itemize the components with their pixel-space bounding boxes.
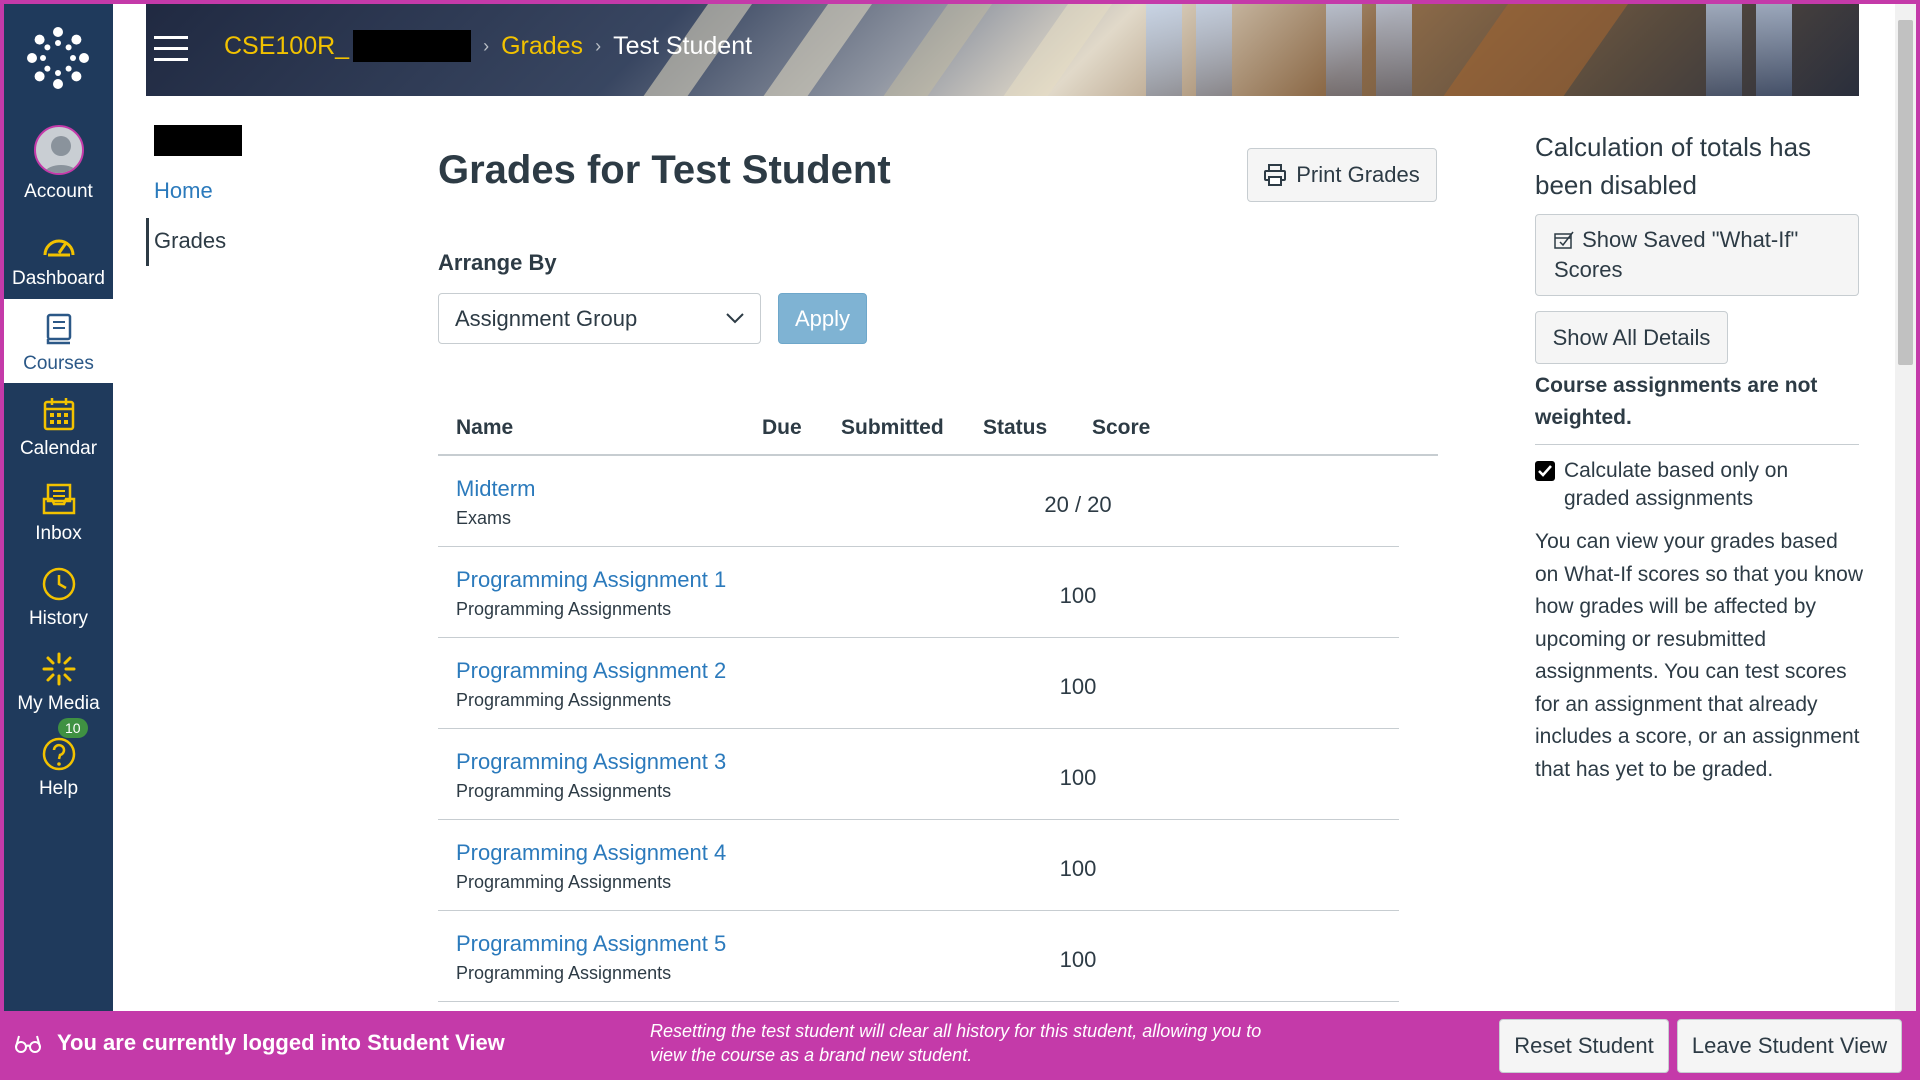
nav-my-media[interactable]: My Media: [4, 639, 113, 723]
column-header-score[interactable]: Score: [1092, 416, 1150, 440]
nav-inbox[interactable]: Inbox: [4, 469, 113, 553]
graded-only-checkbox[interactable]: [1535, 461, 1555, 481]
student-view-bar: You are currently logged into Student Vi…: [0, 1011, 1920, 1080]
graded-only-label[interactable]: Calculate based only on graded assignmen…: [1564, 457, 1854, 513]
avatar: [34, 125, 84, 175]
divider: [1535, 444, 1859, 445]
show-whatif-scores-label: Show Saved "What-If" Scores: [1554, 227, 1799, 282]
chevron-down-icon: [726, 313, 744, 324]
column-header-name[interactable]: Name: [456, 416, 513, 440]
show-all-details-button[interactable]: Show All Details: [1535, 311, 1728, 364]
totals-disabled-heading: Calculation of totals has been disabled: [1535, 132, 1812, 200]
assignment-link[interactable]: Programming Assignment 4: [456, 840, 726, 866]
table-row: Programming Assignment 4 Programming Ass…: [438, 820, 1399, 911]
printer-icon: [1264, 164, 1287, 186]
scrollbar-thumb[interactable]: [1898, 20, 1913, 365]
nav-calendar[interactable]: Calendar: [4, 384, 113, 468]
show-whatif-scores-button[interactable]: Show Saved "What-If" Scores: [1535, 214, 1859, 296]
weights-note: Course assignments are not weighted.: [1535, 374, 1818, 429]
inbox-icon: [41, 481, 77, 517]
assignment-link[interactable]: Midterm: [456, 476, 535, 502]
assignment-score: 100: [1059, 765, 1097, 790]
media-spark-icon: [41, 651, 77, 687]
leave-student-view-button[interactable]: Leave Student View: [1677, 1019, 1902, 1073]
assignment-group: Programming Assignments: [456, 690, 672, 710]
nav-account-label: Account: [24, 181, 93, 202]
assignment-score: 100: [1059, 947, 1097, 972]
assignment-score: 100: [1059, 674, 1097, 699]
table-row: Programming Assignment 3 Programming Ass…: [438, 729, 1399, 820]
column-header-due[interactable]: Due: [762, 416, 802, 440]
assignment-group: Programming Assignments: [456, 781, 672, 801]
whatif-explanation: You can view your grades based on What-I…: [1535, 530, 1863, 781]
global-nav: Account Dashboard Courses Calendar Inbox…: [4, 4, 113, 1011]
page-title: Grades for Test Student: [438, 148, 891, 192]
assignment-link[interactable]: Programming Assignment 5: [456, 931, 726, 957]
nav-history-label: History: [28, 608, 89, 629]
nav-my-media-label: My Media: [17, 693, 100, 714]
arrange-by-select[interactable]: Assignment Group: [438, 293, 761, 344]
hamburger-menu-icon[interactable]: [154, 36, 188, 62]
nav-inbox-label: Inbox: [35, 523, 82, 544]
student-view-note: Resetting the test student will clear al…: [650, 1021, 1262, 1065]
student-view-message: You are currently logged into Student Vi…: [57, 1030, 505, 1055]
assignment-link[interactable]: Programming Assignment 2: [456, 658, 726, 684]
glasses-icon: [15, 1035, 41, 1053]
nav-dashboard[interactable]: Dashboard: [4, 214, 113, 298]
column-header-status[interactable]: Status: [983, 416, 1047, 440]
arrange-by-label: Arrange By: [438, 250, 557, 275]
table-row: Midterm Exams 20 / 20: [438, 456, 1399, 547]
assignment-score: 20 / 20: [1044, 492, 1112, 517]
checkmark-icon: [1538, 465, 1552, 477]
arrange-by-value: Assignment Group: [455, 305, 638, 331]
nav-help[interactable]: Help: [4, 724, 113, 808]
assignment-link[interactable]: Programming Assignment 3: [456, 749, 726, 775]
table-row: Programming Assignment 1 Programming Ass…: [438, 547, 1399, 638]
nav-calendar-label: Calendar: [19, 438, 98, 459]
whatif-calendar-icon: [1554, 231, 1574, 249]
breadcrumb-course[interactable]: CSE100R_: [224, 32, 349, 61]
nav-account[interactable]: Account: [4, 119, 113, 203]
user-silhouette-icon: [43, 136, 79, 173]
course-nav-grades[interactable]: Grades: [154, 228, 226, 254]
table-row: Programming Assignment 5 Programming Ass…: [438, 911, 1399, 1002]
calendar-icon: [41, 396, 77, 432]
assignment-group: Exams: [456, 508, 512, 528]
assignment-score: 100: [1059, 856, 1097, 881]
column-header-submitted[interactable]: Submitted: [841, 416, 944, 440]
redacted-block: [154, 125, 242, 156]
apply-button[interactable]: Apply: [778, 293, 867, 344]
assignment-score: 100: [1059, 583, 1097, 608]
active-indicator: [146, 218, 149, 266]
assignment-link[interactable]: Programming Assignment 1: [456, 567, 726, 593]
canvas-logo-icon[interactable]: [26, 26, 90, 90]
chevron-right-icon: ›: [595, 35, 602, 56]
book-icon: [41, 311, 77, 347]
clock-icon: [41, 566, 77, 602]
nav-courses-label: Courses: [23, 353, 94, 374]
reset-student-button[interactable]: Reset Student: [1499, 1019, 1669, 1073]
course-nav-home[interactable]: Home: [154, 178, 213, 204]
nav-courses[interactable]: Courses: [4, 299, 113, 383]
table-row: Programming Assignment 2 Programming Ass…: [438, 638, 1399, 729]
breadcrumb-current: Test Student: [613, 31, 753, 60]
breadcrumb-grades[interactable]: Grades: [501, 32, 583, 61]
assignment-group: Programming Assignments: [456, 872, 672, 892]
breadcrumb: CSE100R_ › Grades › Test Student: [224, 30, 752, 62]
dashboard-icon: [41, 226, 77, 262]
assignment-group: Programming Assignments: [456, 599, 672, 619]
print-grades-button[interactable]: Print Grades: [1247, 148, 1437, 202]
print-grades-label: Print Grades: [1296, 162, 1420, 187]
chevron-right-icon: ›: [483, 35, 490, 56]
help-icon: [41, 736, 77, 772]
nav-dashboard-label: Dashboard: [12, 268, 105, 289]
assignment-group: Programming Assignments: [456, 963, 672, 983]
help-badge: 10: [58, 718, 88, 738]
nav-help-label: Help: [38, 778, 79, 799]
nav-history[interactable]: History: [4, 554, 113, 638]
redacted-block: [353, 30, 472, 62]
